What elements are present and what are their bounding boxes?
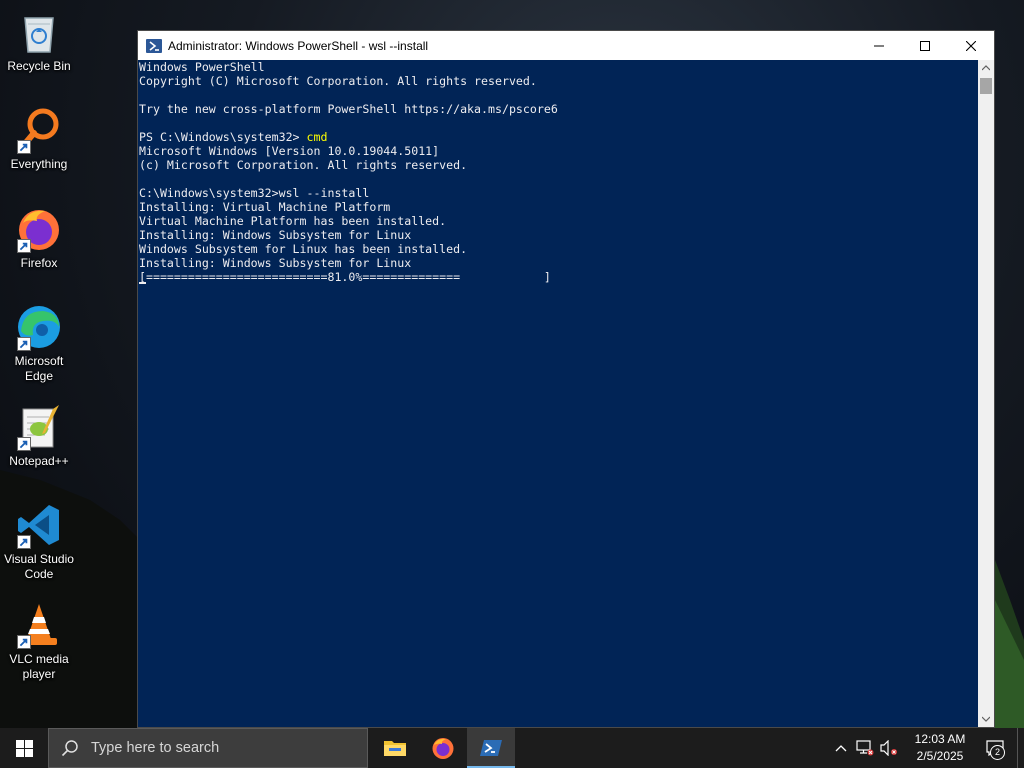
taskbar-search-box[interactable] [48, 728, 368, 768]
console-line: Virtual Machine Platform has been instal… [139, 214, 447, 228]
console-line: Copyright (C) Microsoft Corporation. All… [139, 74, 537, 88]
shortcut-arrow-icon [17, 337, 31, 351]
powershell-icon [480, 740, 502, 756]
console-line: C:\Windows\system32>wsl --install [139, 186, 370, 200]
console-prompt: PS C:\Windows\system32> [139, 130, 307, 144]
console-line: (c) Microsoft Corporation. All rights re… [139, 158, 468, 172]
search-icon [61, 740, 78, 757]
firefox-icon [15, 205, 63, 253]
edge-icon [15, 303, 63, 351]
desktop-icon-vscode[interactable]: Visual Studio Code [0, 501, 78, 582]
console-line: [==========================81.0%========… [138, 270, 551, 284]
desktop-icon-firefox[interactable]: Firefox [0, 205, 78, 271]
show-desktop-button[interactable] [1017, 728, 1024, 768]
window-titlebar[interactable]: Administrator: Windows PowerShell - wsl … [138, 31, 994, 60]
shortcut-arrow-icon [17, 140, 31, 154]
console-line: Windows PowerShell [139, 60, 265, 74]
console-line: Windows Subsystem for Linux has been ins… [139, 242, 468, 256]
powershell-icon [146, 38, 162, 53]
chevron-down-icon [982, 716, 990, 722]
desktop-icon-edge[interactable]: Microsoft Edge [0, 303, 78, 384]
console-output[interactable]: Windows PowerShell Copyright (C) Microso… [138, 60, 978, 727]
chevron-up-icon [835, 745, 847, 752]
taskbar-clock[interactable]: 12:03 AM 2/5/2025 [905, 731, 975, 765]
clock-time: 12:03 AM [914, 732, 966, 746]
desktop-icon-label: Visual Studio Code [4, 552, 74, 581]
vscode-icon [15, 501, 63, 549]
vertical-scrollbar[interactable] [978, 60, 994, 727]
taskbar-firefox[interactable] [419, 728, 467, 768]
console-command: cmd [306, 130, 328, 144]
shortcut-arrow-icon [17, 239, 31, 253]
recycle-bin-icon [15, 8, 63, 56]
network-icon [856, 740, 874, 756]
window-title: Administrator: Windows PowerShell - wsl … [168, 38, 429, 53]
scroll-thumb[interactable] [980, 78, 992, 94]
desktop-icon-label: VLC media player [9, 652, 69, 681]
desktop-icon-label: Notepad++ [9, 454, 69, 468]
windows-logo-icon [15, 739, 33, 757]
system-tray: 12:03 AM 2/5/2025 2 [829, 728, 1024, 768]
desktop-icon-notepadpp[interactable]: Notepad++ [0, 403, 78, 469]
taskbar: 12:03 AM 2/5/2025 2 [0, 728, 1024, 768]
console-line: Try the new cross-platform PowerShell ht… [139, 102, 558, 116]
console-line: Installing: Virtual Machine Platform [139, 200, 391, 214]
tray-volume-button[interactable] [877, 728, 901, 768]
console-text: Windows PowerShell Copyright (C) Microso… [138, 60, 978, 284]
powershell-window[interactable]: Administrator: Windows PowerShell - wsl … [137, 30, 995, 728]
console-line: Installing: Windows Subsystem for Linux [139, 228, 412, 242]
minimize-button[interactable] [856, 31, 902, 60]
desktop-icons: Recycle Bin Everything Firefox Microsoft… [0, 0, 78, 728]
close-icon [966, 40, 976, 51]
notification-count-badge: 2 [990, 745, 1005, 760]
tray-overflow-button[interactable] [829, 728, 853, 768]
maximize-icon [920, 40, 930, 51]
search-input[interactable] [89, 739, 353, 757]
shortcut-arrow-icon [17, 437, 31, 451]
desktop-icon-label: Microsoft Edge [14, 354, 64, 383]
console-line: Installing: Windows Subsystem for Linux [139, 256, 412, 270]
console-line: Microsoft Windows [Version 10.0.19044.50… [139, 144, 440, 158]
desktop-icon-everything[interactable]: Everything [0, 106, 78, 172]
notepadpp-icon [15, 403, 63, 451]
maximize-button[interactable] [902, 31, 948, 60]
scroll-down-button[interactable] [978, 711, 994, 727]
tray-network-button[interactable] [853, 728, 877, 768]
desktop-icon-label: Recycle Bin [7, 59, 71, 73]
desktop-icon-label: Firefox [20, 256, 58, 270]
minimize-icon [874, 45, 884, 46]
vlc-icon [15, 601, 63, 649]
desktop-icon-vlc[interactable]: VLC media player [0, 601, 78, 682]
clock-date: 2/5/2025 [916, 749, 964, 763]
chevron-up-icon [982, 65, 990, 71]
file-explorer-icon [384, 741, 406, 756]
console-line: PS C:\Windows\system32> cmd [139, 130, 327, 144]
action-center-button[interactable]: 2 [975, 728, 1015, 768]
firefox-icon [432, 738, 454, 759]
scroll-up-button[interactable] [978, 60, 994, 76]
shortcut-arrow-icon [17, 535, 31, 549]
speaker-muted-icon [880, 740, 897, 756]
shortcut-arrow-icon [17, 635, 31, 649]
taskbar-powershell[interactable] [467, 728, 515, 768]
window-controls [856, 31, 994, 60]
desktop-icon-label: Everything [10, 157, 68, 171]
taskbar-file-explorer[interactable] [371, 728, 419, 768]
everything-search-icon [15, 106, 63, 154]
close-button[interactable] [948, 31, 994, 60]
start-button[interactable] [0, 728, 48, 768]
text-cursor [138, 282, 146, 284]
desktop-icon-recycle-bin[interactable]: Recycle Bin [0, 8, 78, 74]
